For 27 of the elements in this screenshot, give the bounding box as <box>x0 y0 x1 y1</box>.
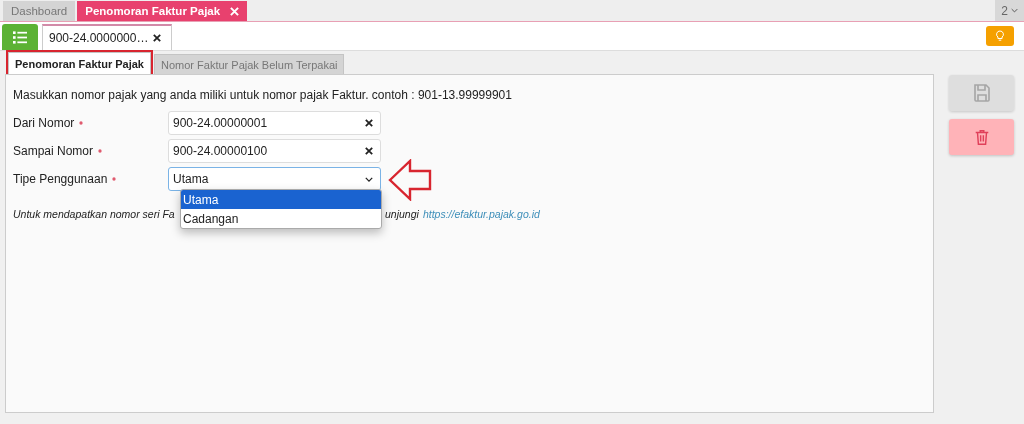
instruction-text: Masukkan nomor pajak yang anda miliki untuk nomor pajak Faktur. contoh : 901-13.99999901 <box>13 88 513 102</box>
caret-icon <box>1011 8 1018 13</box>
dropdown-option[interactable]: Cadangan <box>181 209 381 228</box>
arrow-icon <box>388 159 432 201</box>
hint-text: Untuk mendapatkan nomor seri Fa <box>13 208 175 220</box>
field-label: Sampai Nomor <box>13 144 94 158</box>
form-tab[interactable]: Penomoran Faktur Pajak <box>8 52 151 74</box>
usage-type-dropdown[interactable]: Utama <box>168 167 381 191</box>
number-field[interactable]: 900-24.00000001 <box>168 111 381 135</box>
number-field[interactable]: 900-24.00000100 <box>168 139 381 163</box>
save-icon <box>971 83 992 103</box>
clear-icon[interactable] <box>365 119 373 127</box>
list-button[interactable] <box>2 24 38 50</box>
dropdown-option[interactable]: Utama <box>181 190 381 209</box>
delete-button[interactable] <box>949 119 1014 155</box>
close-icon[interactable] <box>153 34 161 42</box>
lightbulb-icon <box>995 30 1005 42</box>
tab-count-dropdown[interactable]: 2 <box>995 0 1024 21</box>
clear-icon[interactable] <box>365 147 373 155</box>
field-label: Dari Nomor <box>13 116 75 130</box>
efaktur-link[interactable]: https://efaktur.pajak.go.id <box>422 208 540 220</box>
hint-text: unjungi <box>385 208 419 220</box>
field-label: Tipe Penggunaan <box>13 172 108 186</box>
list-icon <box>13 30 27 44</box>
caret-icon <box>365 176 373 182</box>
document-tab[interactable]: 900-24.0000000… <box>42 24 172 50</box>
page-tab[interactable]: Penomoran Faktur Pajak <box>77 1 248 21</box>
